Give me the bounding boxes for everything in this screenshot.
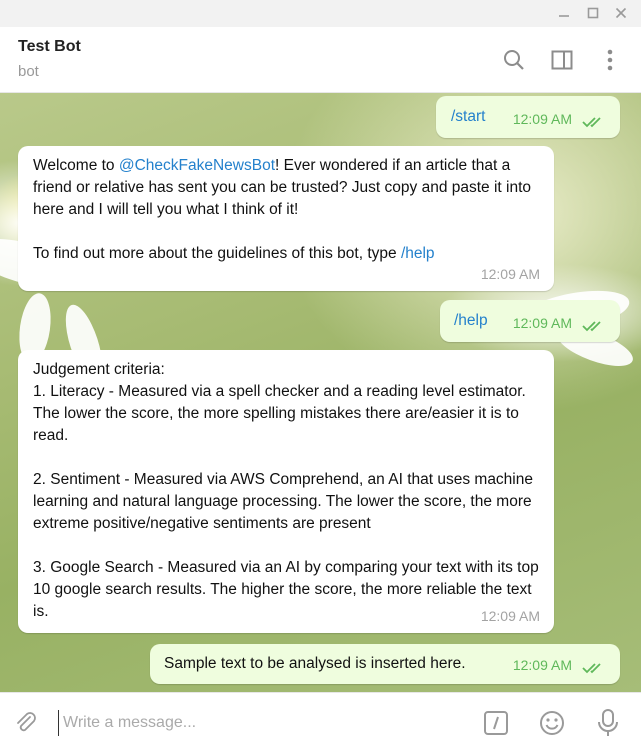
read-check-icon bbox=[582, 117, 601, 128]
paperclip-icon[interactable] bbox=[12, 709, 40, 737]
window-titlebar bbox=[0, 0, 641, 27]
message-input[interactable] bbox=[58, 710, 465, 736]
message-time: 12:09 AM bbox=[512, 111, 572, 127]
message-incoming[interactable]: Judgement criteria: 1. Literacy - Measur… bbox=[18, 350, 554, 633]
close-icon[interactable] bbox=[611, 3, 631, 23]
bot-commands-icon[interactable] bbox=[482, 709, 510, 737]
chat-history[interactable]: /start 12:09 AM Welcome to @CheckFakeNew… bbox=[0, 93, 641, 692]
read-check-icon bbox=[582, 321, 601, 332]
sidebar-toggle-icon[interactable] bbox=[549, 47, 575, 73]
message-outgoing[interactable]: /help 12:09 AM bbox=[440, 300, 620, 342]
chat-title[interactable]: Test Bot bbox=[18, 38, 81, 56]
command-link[interactable]: /help bbox=[401, 245, 435, 262]
minimize-icon[interactable] bbox=[554, 3, 574, 23]
mention-link[interactable]: @CheckFakeNewsBot bbox=[119, 157, 275, 174]
message-text: Judgement criteria: 1. Literacy - Measur… bbox=[33, 361, 539, 620]
message-composer bbox=[0, 692, 641, 750]
more-vertical-icon[interactable] bbox=[597, 47, 623, 73]
message-text: Welcome to @CheckFakeNewsBot! Ever wonde… bbox=[33, 157, 536, 262]
microphone-icon[interactable] bbox=[594, 709, 622, 737]
emoji-icon[interactable] bbox=[538, 709, 566, 737]
message-incoming[interactable]: Welcome to @CheckFakeNewsBot! Ever wonde… bbox=[18, 146, 554, 291]
message-time: 12:09 AM bbox=[480, 266, 540, 282]
message-text: Sample text to be analysed is inserted h… bbox=[164, 655, 466, 672]
message-text[interactable]: /help bbox=[454, 310, 488, 332]
message-time: 12:09 AM bbox=[480, 608, 540, 624]
chat-header: Test Bot bot bbox=[0, 27, 641, 93]
message-time: 12:09 AM bbox=[512, 315, 572, 331]
message-text[interactable]: /start bbox=[451, 106, 485, 128]
chat-subtitle: bot bbox=[18, 63, 39, 80]
search-icon[interactable] bbox=[501, 47, 527, 73]
message-outgoing[interactable]: /start 12:09 AM bbox=[436, 96, 620, 138]
read-check-icon bbox=[582, 663, 601, 674]
maximize-icon[interactable] bbox=[583, 3, 603, 23]
message-time: 12:09 AM bbox=[512, 657, 572, 673]
message-outgoing[interactable]: Sample text to be analysed is inserted h… bbox=[150, 644, 620, 684]
